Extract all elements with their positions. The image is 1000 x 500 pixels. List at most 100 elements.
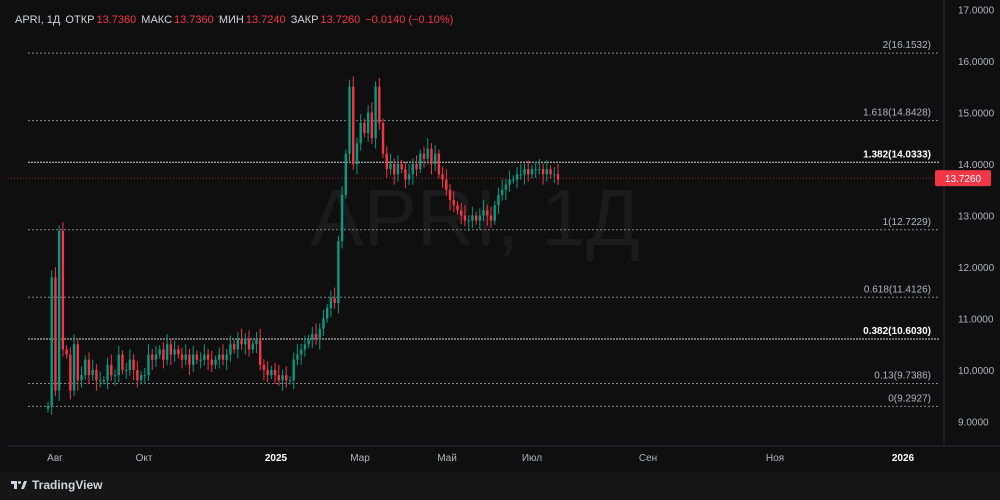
candle-body[interactable] xyxy=(151,354,154,360)
candle-body[interactable] xyxy=(493,205,496,221)
candle-body[interactable] xyxy=(322,318,325,329)
candle-body[interactable] xyxy=(381,122,385,154)
candle-body[interactable] xyxy=(441,174,444,180)
candle-body[interactable] xyxy=(251,344,254,350)
candle-body[interactable] xyxy=(136,370,139,381)
candle-body[interactable] xyxy=(366,112,370,134)
candle-body[interactable] xyxy=(545,169,549,175)
candle-body[interactable] xyxy=(162,349,165,360)
candle-body[interactable] xyxy=(177,349,180,355)
candle-body[interactable] xyxy=(165,344,169,360)
candle-body[interactable] xyxy=(87,359,91,376)
candle-body[interactable] xyxy=(333,297,336,304)
candle-body[interactable] xyxy=(199,359,202,361)
candle-body[interactable] xyxy=(553,174,556,176)
candle-body[interactable] xyxy=(57,230,61,391)
candle-body[interactable] xyxy=(523,169,526,175)
candle-body[interactable] xyxy=(500,189,504,195)
candle-body[interactable] xyxy=(110,364,113,376)
candle-body[interactable] xyxy=(497,194,500,206)
candle-body[interactable] xyxy=(188,354,191,365)
candle-body[interactable] xyxy=(325,308,329,319)
candle-body[interactable] xyxy=(407,174,411,180)
candle-body[interactable] xyxy=(195,354,199,360)
candle-body[interactable] xyxy=(80,375,83,381)
candle-body[interactable] xyxy=(102,380,106,382)
candle-body[interactable] xyxy=(363,122,366,134)
candle-body[interactable] xyxy=(281,375,284,381)
candle-body[interactable] xyxy=(489,215,493,221)
candle-body[interactable] xyxy=(270,370,273,376)
candle-body[interactable] xyxy=(378,86,381,123)
candle-body[interactable] xyxy=(344,153,348,195)
candle-body[interactable] xyxy=(98,380,102,382)
candle-body[interactable] xyxy=(240,339,243,345)
candle-body[interactable] xyxy=(296,354,299,360)
candle-body[interactable] xyxy=(84,359,87,376)
candle-body[interactable] xyxy=(482,210,485,216)
candle-body[interactable] xyxy=(538,169,541,171)
candle-body[interactable] xyxy=(549,169,552,175)
candle-body[interactable] xyxy=(515,174,519,180)
candle-body[interactable] xyxy=(225,354,228,360)
candle-body[interactable] xyxy=(247,339,251,350)
candle-body[interactable] xyxy=(556,174,560,180)
candle-body[interactable] xyxy=(374,86,377,139)
candle-body[interactable] xyxy=(396,164,400,175)
candle-body[interactable] xyxy=(154,354,158,360)
candle-body[interactable] xyxy=(124,370,128,371)
candle-body[interactable] xyxy=(508,179,511,185)
candle-body[interactable] xyxy=(512,179,515,181)
candle-body[interactable] xyxy=(419,153,422,170)
candle-body[interactable] xyxy=(54,277,57,391)
candle-body[interactable] xyxy=(210,359,213,365)
candle-body[interactable] xyxy=(76,344,79,381)
candle-body[interactable] xyxy=(95,370,98,381)
candle-body[interactable] xyxy=(218,354,221,360)
candle-body[interactable] xyxy=(471,215,474,221)
candle-body[interactable] xyxy=(541,169,545,175)
candle-body[interactable] xyxy=(244,339,247,345)
candle-body[interactable] xyxy=(433,153,437,164)
candle-body[interactable] xyxy=(478,215,482,221)
candle-body[interactable] xyxy=(456,205,459,211)
candle-body[interactable] xyxy=(474,215,478,221)
candle-body[interactable] xyxy=(292,359,295,381)
candle-body[interactable] xyxy=(288,380,292,382)
candle-body[interactable] xyxy=(46,406,50,409)
candle-body[interactable] xyxy=(299,349,303,355)
candle-body[interactable] xyxy=(173,349,176,355)
candle-body[interactable] xyxy=(340,194,344,242)
candle-body[interactable] xyxy=(128,359,132,370)
candle-body[interactable] xyxy=(69,354,72,391)
candle-body[interactable] xyxy=(352,86,355,164)
candle-body[interactable] xyxy=(106,364,109,381)
chart-canvas[interactable]: APRI, 1Д 9.0000 10.0000 11.0000 12.0000 13.00… xyxy=(0,0,1000,500)
candle-body[interactable] xyxy=(262,364,266,370)
candle-body[interactable] xyxy=(337,241,340,304)
candle-body[interactable] xyxy=(359,122,362,144)
candle-body[interactable] xyxy=(273,370,277,376)
candle-body[interactable] xyxy=(72,344,76,391)
candle-body[interactable] xyxy=(448,189,452,201)
candle-body[interactable] xyxy=(411,164,415,175)
candle-body[interactable] xyxy=(422,153,426,159)
candle-body[interactable] xyxy=(437,153,441,175)
candle-body[interactable] xyxy=(143,375,146,377)
candle-body[interactable] xyxy=(117,354,120,376)
candle-body[interactable] xyxy=(463,215,467,221)
candle-body[interactable] xyxy=(139,375,143,381)
candle-body[interactable] xyxy=(519,174,522,176)
candle-body[interactable] xyxy=(50,277,53,407)
candle-body[interactable] xyxy=(65,349,68,355)
candle-body[interactable] xyxy=(460,210,463,216)
candle-body[interactable] xyxy=(534,169,537,171)
tradingview-brand[interactable]: TradingView xyxy=(10,478,102,492)
candle-body[interactable] xyxy=(307,339,310,345)
candle-body[interactable] xyxy=(430,148,433,164)
candle-body[interactable] xyxy=(329,297,333,309)
candle-body[interactable] xyxy=(258,339,262,365)
candle-body[interactable] xyxy=(393,164,396,175)
candle-body[interactable] xyxy=(180,354,184,360)
candle-body[interactable] xyxy=(91,370,94,376)
